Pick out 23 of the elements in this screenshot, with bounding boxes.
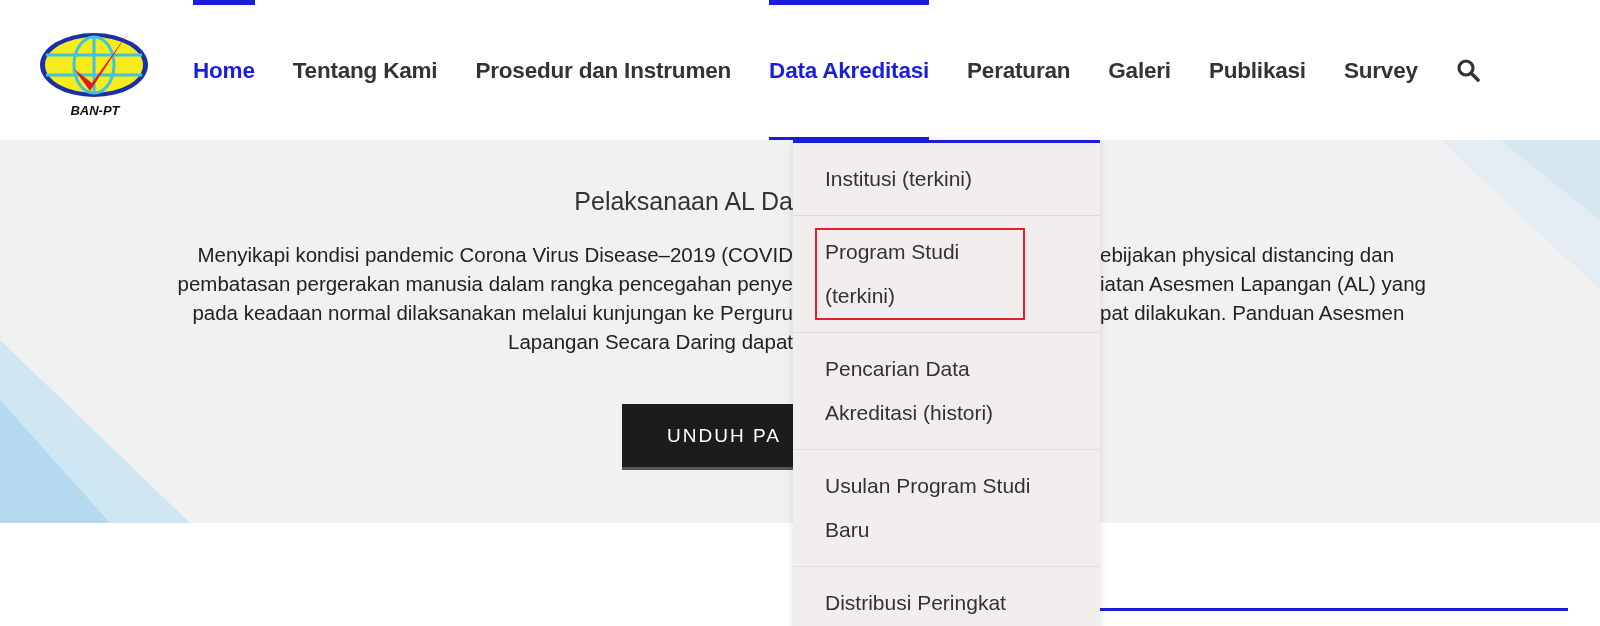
paragraph-text: Menyikapi kondisi pandemic Corona Virus Disease–2019 (COVID (196, 242, 793, 268)
nav-link[interactable]: Peraturan (967, 0, 1071, 140)
nav-link[interactable]: Survey (1343, 0, 1418, 140)
nav-link[interactable]: Publikasi (1208, 0, 1306, 140)
paragraph-text: pembatasan pergerakan manusia dalam rangka pencegahan penye (177, 271, 793, 297)
paragraph-text: ebijakan physical distancing dan (1100, 243, 1395, 266)
menu-item[interactable]: Distribusi Peringkat (815, 579, 1016, 626)
paragraph-text: pat dilakukan. Panduan Asesmen (1100, 301, 1405, 324)
search-icon[interactable] (1455, 58, 1480, 82)
hero-title: Pelaksanaan AL Da (574, 186, 793, 217)
menu-item[interactable]: Pencarian Data Akreditasi (histori) (815, 345, 1075, 437)
menu-item[interactable]: Institusi (terkini) (815, 155, 983, 203)
nav-link[interactable]: Tentang Kami (292, 0, 438, 140)
paragraph-text: Lapangan Secara Daring dapat (507, 329, 793, 355)
logo-text: BAN-PT (70, 102, 120, 118)
menu-item[interactable]: Usulan Program Studi Baru (815, 462, 1075, 554)
paragraph-text: iatan Asesmen Lapangan (AL) yang (1100, 272, 1426, 295)
nav-link[interactable]: Galeri (1108, 0, 1171, 140)
logo[interactable]: BAN-PT (38, 28, 152, 118)
download-button[interactable]: UNDUH PA (622, 404, 793, 470)
nav-link[interactable]: Prosedur dan Instrumen (475, 0, 732, 140)
menu-item[interactable]: Program Studi (terkini) (815, 228, 1025, 320)
paragraph-text: pada keadaan normal dilaksanakan melalui kunjungan ke Perguru (191, 300, 793, 326)
